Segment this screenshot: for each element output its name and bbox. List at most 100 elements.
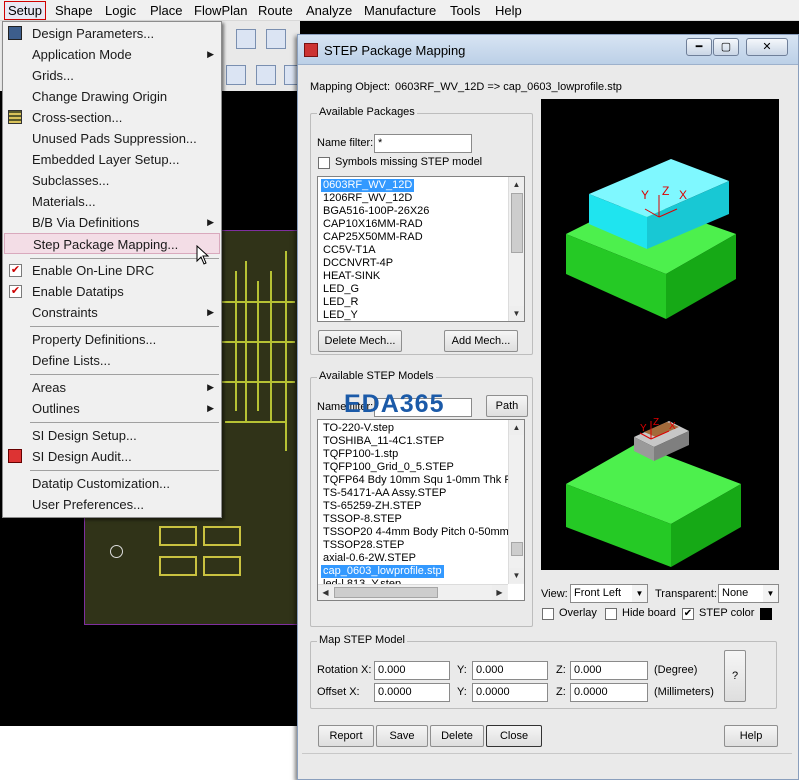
scroll-up-icon[interactable]: ▲	[509, 177, 524, 192]
path-button[interactable]: Path	[486, 395, 528, 417]
hscroll-thumb[interactable]	[334, 587, 438, 598]
transparent-select[interactable]: None ▼	[718, 584, 779, 603]
hide-board-checkbox[interactable]	[605, 608, 617, 620]
save-button[interactable]: Save	[376, 725, 428, 747]
zoom-fit-icon[interactable]	[266, 29, 286, 49]
report-button[interactable]: Report	[318, 725, 374, 747]
step-3d-viewer[interactable]: Y Z X Y Z X	[541, 99, 779, 570]
menu-item-grids[interactable]: Grids...	[4, 65, 220, 86]
menu-flowplan[interactable]: FlowPlan	[191, 2, 250, 19]
rotation-y-input[interactable]: 0.000	[472, 661, 548, 680]
minimize-button[interactable]: ━	[686, 38, 712, 56]
package-name-filter-input[interactable]: *	[374, 134, 472, 153]
model-list-item[interactable]: TQFP64 Bdy 10mm Squ 1-0mm Thk Pit	[321, 474, 519, 487]
rotation-z-input[interactable]: 0.000	[570, 661, 648, 680]
model-list-item[interactable]: TSSOP-8.STEP	[321, 513, 404, 526]
menu-item-enable-datatips[interactable]: ✔ Enable Datatips	[4, 281, 220, 302]
package-list-item[interactable]: CAP25X50MM-RAD	[321, 231, 425, 244]
menu-item-define-lists[interactable]: Define Lists...	[4, 350, 220, 371]
menu-item-si-design-setup[interactable]: SI Design Setup...	[4, 425, 220, 446]
model-list-item[interactable]: TSSOP28.STEP	[321, 539, 406, 552]
menu-item-change-drawing-origin[interactable]: Change Drawing Origin	[4, 86, 220, 107]
menu-item-si-design-audit[interactable]: SI Design Audit...	[4, 446, 220, 467]
menu-item-enable-drc[interactable]: ✔ Enable On-Line DRC	[4, 260, 220, 281]
menu-item-design-parameters[interactable]: Design Parameters...	[4, 23, 220, 44]
menu-help[interactable]: Help	[492, 2, 525, 19]
model-list-item[interactable]: TQFP100_Grid_0_5.STEP	[321, 461, 456, 474]
menu-item-embedded-layer[interactable]: Embedded Layer Setup...	[4, 149, 220, 170]
offset-z-input[interactable]: 0.0000	[570, 683, 648, 702]
scroll-right-icon[interactable]: ▶	[492, 585, 507, 600]
tool-icon[interactable]	[284, 65, 298, 85]
menu-item-constraints[interactable]: Constraints ▶	[4, 302, 220, 323]
close-button[interactable]: Close	[486, 725, 542, 747]
package-list-item[interactable]: HEAT-SINK	[321, 270, 382, 283]
delete-mech-button[interactable]: Delete Mech...	[318, 330, 402, 352]
menu-manufacture[interactable]: Manufacture	[361, 2, 439, 19]
close-window-button[interactable]: ✕	[746, 38, 788, 56]
scroll-thumb[interactable]	[511, 193, 523, 253]
overlay-checkbox[interactable]	[542, 608, 554, 620]
package-list-item[interactable]: BGA516-100P-26X26	[321, 205, 431, 218]
package-list-item[interactable]: DCCNVRT-4P	[321, 257, 395, 270]
models-hscrollbar[interactable]: ◀ ▶	[318, 584, 508, 600]
maximize-button[interactable]: ▢	[713, 38, 739, 56]
scroll-down-icon[interactable]: ▼	[509, 568, 524, 583]
model-list-item[interactable]: axial-0.6-2W.STEP	[321, 552, 418, 565]
scroll-thumb[interactable]	[511, 542, 523, 556]
help-question-button[interactable]: ?	[724, 650, 746, 702]
package-list-item[interactable]: CC5V-T1A	[321, 244, 378, 257]
menu-item-areas[interactable]: Areas ▶	[4, 377, 220, 398]
view-select[interactable]: Front Left ▼	[570, 584, 648, 603]
select-icon[interactable]	[226, 65, 246, 85]
models-scrollbar[interactable]: ▲ ▼	[508, 420, 524, 584]
rotation-x-input[interactable]: 0.000	[374, 661, 450, 680]
model-list-item[interactable]: TOSHIBA_11-4C1.STEP	[321, 435, 446, 448]
packages-scrollbar[interactable]: ▲ ▼	[508, 177, 524, 321]
menu-item-cross-section[interactable]: Cross-section...	[4, 107, 220, 128]
package-list-item[interactable]: LED_R	[321, 296, 360, 309]
model-list-item[interactable]: TSSOP20 4-4mm Body Pitch 0-50mm.s	[321, 526, 519, 539]
menu-route[interactable]: Route	[255, 2, 296, 19]
offset-x-input[interactable]: 0.0000	[374, 683, 450, 702]
menu-item-unused-pads[interactable]: Unused Pads Suppression...	[4, 128, 220, 149]
zoom-icon[interactable]	[236, 29, 256, 49]
menu-item-outlines[interactable]: Outlines ▶	[4, 398, 220, 419]
model-list-item[interactable]: TQFP100-1.stp	[321, 448, 400, 461]
menu-item-datatip-customization[interactable]: Datatip Customization...	[4, 473, 220, 494]
help-button[interactable]: Help	[724, 725, 778, 747]
step-models-list[interactable]: TO-220-V.step TOSHIBA_11-4C1.STEP TQFP100-…	[317, 419, 525, 601]
model-list-item[interactable]: TS-65259-ZH.STEP	[321, 500, 423, 513]
offset-y-input[interactable]: 0.0000	[472, 683, 548, 702]
symbols-missing-checkbox[interactable]	[318, 157, 330, 169]
dialog-titlebar[interactable]: STEP Package Mapping ━ ▢ ✕	[298, 35, 798, 65]
scroll-down-icon[interactable]: ▼	[509, 306, 524, 321]
scroll-left-icon[interactable]: ◀	[318, 585, 333, 600]
step-color-checkbox[interactable]: ✔	[682, 608, 694, 620]
scroll-up-icon[interactable]: ▲	[509, 420, 524, 435]
model-list-item[interactable]: TS-54171-AA Assy.STEP	[321, 487, 448, 500]
menu-item-materials[interactable]: Materials...	[4, 191, 220, 212]
menu-logic[interactable]: Logic	[102, 2, 139, 19]
menu-shape[interactable]: Shape	[52, 2, 96, 19]
packages-list[interactable]: 0603RF_WV_12D 1206RF_WV_12D BGA516-100P-26…	[317, 176, 525, 322]
menu-item-step-package-mapping[interactable]: Step Package Mapping...	[4, 233, 220, 254]
menu-place[interactable]: Place	[147, 2, 186, 19]
menu-setup[interactable]: Setup	[4, 1, 46, 20]
model-list-item[interactable]: cap_0603_lowprofile.stp	[321, 565, 444, 578]
package-list-item[interactable]: 1206RF_WV_12D	[321, 192, 414, 205]
menu-analyze[interactable]: Analyze	[303, 2, 355, 19]
package-list-item[interactable]: 0603RF_WV_12D	[321, 179, 415, 192]
package-list-item[interactable]: CAP10X16MM-RAD	[321, 218, 425, 231]
delete-button[interactable]: Delete	[430, 725, 484, 747]
menu-item-subclasses[interactable]: Subclasses...	[4, 170, 220, 191]
menu-item-bb-via[interactable]: B/B Via Definitions ▶	[4, 212, 220, 233]
model-list-item[interactable]: TO-220-V.step	[321, 422, 396, 435]
step-color-swatch[interactable]	[760, 608, 772, 620]
menu-tools[interactable]: Tools	[447, 2, 483, 19]
menu-item-property-definitions[interactable]: Property Definitions...	[4, 329, 220, 350]
package-list-item[interactable]: LED_G	[321, 283, 361, 296]
menu-item-user-preferences[interactable]: User Preferences...	[4, 494, 220, 515]
add-mech-button[interactable]: Add Mech...	[444, 330, 518, 352]
package-list-item[interactable]: LED_Y	[321, 309, 360, 321]
